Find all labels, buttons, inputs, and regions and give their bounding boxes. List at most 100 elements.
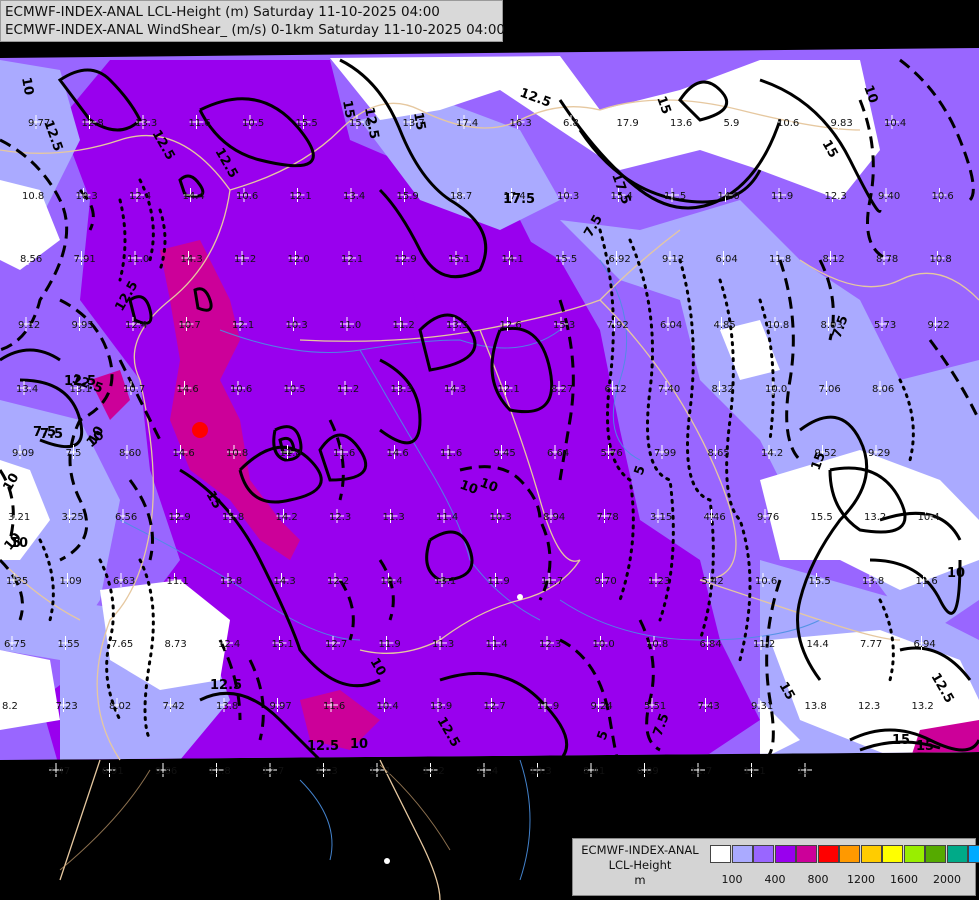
grid-point: 9.95	[72, 317, 94, 331]
grid-point: 13.2	[864, 509, 886, 523]
grid-value-label: 12.3	[858, 701, 880, 712]
grid-point: 11.8	[769, 251, 791, 265]
grid-point: 10.8	[930, 251, 952, 265]
grid-value-label: 7.06	[819, 384, 841, 395]
grid-value-label: 7.99	[654, 448, 676, 459]
grid-value-label: 5.73	[874, 320, 896, 331]
grid-point: 15.1	[272, 636, 294, 650]
grid-point: 8.73	[165, 636, 187, 650]
grid-value-label: 11.9	[771, 191, 793, 202]
grid-point: 6.91	[102, 763, 124, 777]
grid-point: 12.7	[325, 636, 347, 650]
grid-value-label: 9.24	[591, 701, 613, 712]
grid-value-label: 9.83	[831, 118, 853, 129]
grid-point: 11.2	[393, 317, 415, 331]
grid-point: 10.8	[767, 317, 789, 331]
grid-value-label: 1.55	[58, 639, 80, 650]
grid-point: 4.85	[714, 317, 736, 331]
grid-value-label: 10.4	[381, 576, 403, 587]
grid-point: 13.8	[216, 698, 238, 712]
grid-point: 10.6	[777, 115, 799, 129]
grid-value-label: 11.1	[744, 766, 766, 777]
grid-point: 9.12	[662, 251, 684, 265]
grid-point: 10.8	[646, 636, 668, 650]
grid-value-label: 8.02	[109, 701, 131, 712]
grid-point: 5.9	[724, 115, 739, 129]
legend-line-1: ECMWF-INDEX-ANAL	[581, 843, 699, 857]
grid-point: 6.92	[609, 251, 631, 265]
grid-point: 14.3	[274, 573, 296, 587]
grid-point: 9.40	[878, 188, 900, 202]
grid-value-label: 7.91	[74, 254, 96, 265]
grid-value-label: 10.3	[286, 320, 308, 331]
grid-value-label: 8.56	[20, 254, 42, 265]
grid-value-label: 15.5	[809, 576, 831, 587]
grid-value-label: 7.23	[56, 701, 78, 712]
grid-value-label: 1.23	[648, 576, 670, 587]
grid-value-label: 12.2	[423, 766, 445, 777]
grid-value-label: 11.4	[436, 512, 458, 523]
grid-value-label: 6.91	[102, 766, 124, 777]
grid-value-label: 12.6	[500, 320, 522, 331]
grid-point: 6.63	[113, 573, 135, 587]
grid-value-label: 10.3	[530, 766, 552, 777]
grid-value-label: 14.2	[276, 512, 298, 523]
grid-value-label: 11.2	[753, 639, 775, 650]
grid-value-label: 10.3	[557, 191, 579, 202]
grid-point: 10.3	[76, 188, 98, 202]
grid-point: 10.5	[284, 381, 306, 395]
grid-value-label: 9.09	[12, 448, 34, 459]
grid-point: 10.4	[884, 115, 906, 129]
grid-point: 11.4	[476, 763, 498, 777]
grid-point: 9.31	[751, 698, 773, 712]
grid-point: 8.94	[543, 509, 565, 523]
legend-tick-label: 100	[721, 873, 743, 886]
grid-point: 11.7	[541, 573, 563, 587]
legend-swatch	[946, 845, 968, 863]
grid-value-label: 13.8	[216, 701, 238, 712]
grid-value-label: 11.7	[541, 576, 563, 587]
grid-value-label: 10.7	[179, 320, 201, 331]
title-line-1: ECMWF-INDEX-ANAL LCL-Height (m) Saturday…	[5, 4, 440, 20]
grid-value-label: 10.0	[593, 639, 615, 650]
grid-point: 14.6	[387, 445, 409, 459]
grid-value-label: 11.0	[127, 254, 149, 265]
grid-value-label: 14.2	[761, 448, 783, 459]
grid-value-label: 6.84	[700, 639, 722, 650]
grid-point: 9.22	[928, 317, 950, 331]
grid-point: 13.3	[391, 381, 413, 395]
grid-point: 13.5	[446, 317, 468, 331]
grid-value-label: 10.7	[123, 384, 145, 395]
grid-value-label: 6.12	[605, 384, 627, 395]
grid-value-label: 4.46	[704, 512, 726, 523]
grid-point: 11.0	[339, 317, 361, 331]
grid-point: 5.42	[702, 573, 724, 587]
grid-value-label: 12.3	[539, 639, 561, 650]
grid-value-label: 7.5	[66, 448, 82, 459]
grid-point: 7.99	[654, 445, 676, 459]
grid-point: 4.46	[704, 509, 726, 523]
grid-value-label: 10.0	[765, 384, 787, 395]
grid-value-label: 8.73	[165, 639, 187, 650]
grid-point: 12.2	[423, 763, 445, 777]
grid-value-label: 14.4	[183, 191, 205, 202]
grid-point: 14.0	[718, 188, 740, 202]
grid-point: 5.76	[601, 445, 623, 459]
grid-value-label: 12.1	[498, 384, 520, 395]
grid-point: 8.32	[712, 381, 734, 395]
grid-point: 8.27	[551, 381, 573, 395]
grid-point: 14.4	[807, 636, 829, 650]
grid-point: 8.56	[20, 251, 42, 265]
grid-point: 12.0	[288, 251, 310, 265]
grid-value-label: 10.6	[236, 191, 258, 202]
contour-label: 10	[18, 76, 36, 96]
grid-value-label: 10.8	[767, 320, 789, 331]
grid-point: 5.51	[644, 698, 666, 712]
contour-label: 17.5	[503, 192, 535, 207]
grid-point: 10.6	[932, 188, 954, 202]
grid-value-label: 3.25	[62, 512, 84, 523]
grid-point: 10.7	[179, 317, 201, 331]
grid-point: 12.4	[218, 636, 240, 650]
grid-point: 8.06	[872, 381, 894, 395]
grid-value-label: 11.8	[769, 254, 791, 265]
